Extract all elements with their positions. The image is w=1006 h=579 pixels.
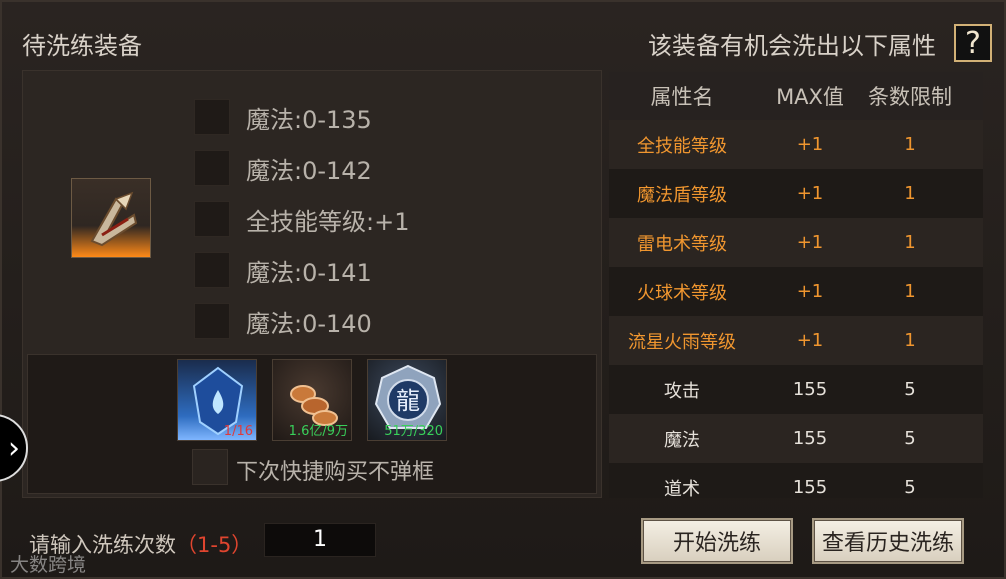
attribute-row: 魔法:0-140 [194, 302, 372, 340]
material-count: 51万/320 [384, 424, 443, 439]
cell-limit: 1 [904, 134, 916, 155]
cell-name: 魔法盾等级 [637, 184, 727, 206]
cell-limit: 1 [904, 183, 916, 204]
cell-name: 魔法 [664, 429, 700, 451]
cell-max: 155 [792, 428, 828, 449]
lock-checkbox[interactable] [194, 303, 230, 339]
material-slot[interactable]: 1.6亿/9万 [272, 359, 352, 441]
svg-text:龍: 龍 [396, 387, 420, 415]
cell-max: 155 [792, 477, 828, 498]
attribute-label: 魔法:0-141 [246, 258, 372, 287]
material-slot[interactable]: 1/16 [177, 359, 257, 441]
cell-name: 火球术等级 [637, 282, 727, 304]
attribute-row: 魔法:0-141 [194, 251, 372, 289]
table-row: 全技能等级 +1 1 [609, 120, 983, 169]
no-popup-label: 下次快捷购买不弹框 [236, 460, 435, 485]
equipment-wing-icon [90, 191, 138, 247]
no-popup-checkbox[interactable] [192, 449, 228, 485]
table-row: 流星火雨等级 +1 1 [609, 316, 983, 365]
table-row: 魔法 155 5 [609, 414, 983, 463]
start-refine-button[interactable]: 开始洗练 [641, 518, 793, 564]
cell-max: +1 [796, 232, 824, 253]
attribute-label: 魔法:0-140 [246, 309, 372, 338]
cell-limit: 5 [904, 379, 916, 400]
cell-limit: 5 [904, 428, 916, 449]
material-count: 1.6亿/9万 [288, 424, 348, 439]
cell-limit: 5 [904, 477, 916, 498]
refine-count-input[interactable]: 1 [264, 523, 376, 557]
header-max: MAX值 [776, 85, 844, 109]
cell-name: 雷电术等级 [637, 233, 727, 255]
table-header: 属性名 MAX值 条数限制 [609, 72, 983, 120]
cell-name: 流星火雨等级 [628, 331, 736, 353]
table-row: 雷电术等级 +1 1 [609, 218, 983, 267]
cell-limit: 1 [904, 330, 916, 351]
header-limit: 条数限制 [868, 85, 952, 109]
attribute-label: 魔法:0-135 [246, 105, 372, 134]
cell-max: +1 [796, 330, 824, 351]
cell-max: +1 [796, 183, 824, 204]
lock-checkbox[interactable] [194, 99, 230, 135]
cell-limit: 1 [904, 281, 916, 302]
cell-name: 全技能等级 [637, 135, 727, 157]
table-row: 魔法盾等级 +1 1 [609, 169, 983, 218]
attribute-row: 魔法:0-135 [194, 98, 372, 136]
table-row: 攻击 155 5 [609, 365, 983, 414]
material-slot[interactable]: 龍 51万/320 [367, 359, 447, 441]
cell-max: +1 [796, 134, 824, 155]
attribute-label: 魔法:0-142 [246, 156, 372, 185]
attribute-label: 全技能等级:+1 [246, 207, 410, 236]
attribute-row: 全技能等级:+1 [194, 200, 409, 238]
cell-name: 道术 [664, 478, 700, 499]
equipment-slot[interactable] [71, 178, 151, 258]
cell-limit: 1 [904, 232, 916, 253]
cell-name: 攻击 [664, 380, 700, 402]
watermark: 大数跨境 [10, 554, 87, 576]
refine-count-range: （1-5） [176, 533, 253, 557]
possible-attributes-title: 该装备有机会洗出以下属性 [648, 32, 936, 60]
lock-checkbox[interactable] [194, 150, 230, 186]
table-row: 道术 155 5 [609, 463, 983, 498]
cell-max: 155 [792, 379, 828, 400]
header-name: 属性名 [650, 85, 714, 109]
lock-checkbox[interactable] [194, 252, 230, 288]
chevron-right-icon: › [8, 430, 20, 466]
lock-checkbox[interactable] [194, 201, 230, 237]
help-button[interactable]: ? [954, 24, 992, 62]
equipment-title: 待洗练装备 [22, 32, 142, 60]
view-history-button[interactable]: 查看历史洗练 [812, 518, 964, 564]
attribute-table[interactable]: 属性名 MAX值 条数限制 全技能等级 +1 1 魔法盾等级 +1 1 雷电术等… [609, 72, 983, 498]
cell-max: +1 [796, 281, 824, 302]
attribute-row: 魔法:0-142 [194, 149, 372, 187]
table-row: 火球术等级 +1 1 [609, 267, 983, 316]
refine-panel: 待洗练装备 该装备有机会洗出以下属性 ? 魔法:0-135 魔法:0-142 全… [0, 0, 1006, 579]
material-count: 1/16 [223, 424, 253, 439]
